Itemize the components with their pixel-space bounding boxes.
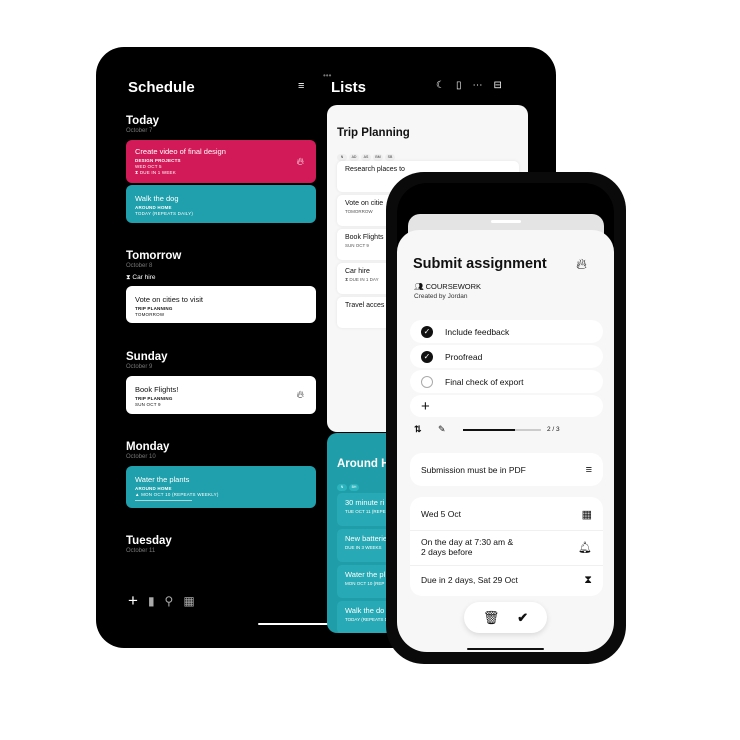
reminder-row[interactable]: On the day at 7:30 am & 2 days before 🔔︎ (410, 530, 603, 563)
home-indicator (258, 623, 328, 625)
task-card[interactable]: Water the plants AROUND HOME ▲ MON OCT 1… (126, 466, 316, 508)
member-chip: SB (385, 154, 395, 161)
progress-label: 2 / 3 (547, 426, 560, 433)
member-chip: BH (349, 484, 359, 491)
member-chip: N (337, 154, 347, 161)
day-tuesday: Tuesday October 11 (126, 535, 172, 554)
sort-icon[interactable]: ⇅ (414, 424, 422, 435)
subtask-row[interactable]: ✓ Proofread (410, 345, 603, 368)
subtask-row[interactable]: ✓ Include feedback (410, 320, 603, 343)
notes-icon: ≡ (585, 463, 592, 476)
task-card[interactable]: Book Flights! TRIP PLANNING SUN OCT 9 🔥︎ (126, 376, 316, 414)
member-chip: N (337, 484, 347, 491)
detail-title: Submit assignment (413, 256, 547, 272)
list-title: Around H (337, 458, 390, 470)
checked-icon[interactable]: ✓ (421, 325, 433, 338)
day-monday: Monday October 10 (126, 441, 170, 460)
moon-icon[interactable]: ☾ (436, 80, 445, 91)
bell-icon: 🔔︎ (578, 541, 592, 554)
action-bar: 🗑︎ ✔ (464, 602, 547, 633)
clear-completed-icon[interactable]: ✎ (438, 424, 446, 435)
add-subtask-button[interactable]: + (410, 395, 603, 417)
more-icon[interactable]: ⋯ (472, 80, 482, 91)
schedule-title: Schedule (128, 79, 195, 96)
member-chip: BM (373, 154, 383, 161)
sheet-grabber[interactable] (491, 220, 521, 223)
created-by: Created by Jordan (414, 293, 468, 300)
member-chip: AD (349, 154, 359, 161)
day-tomorrow: Tomorrow October 8 ⧗ Car hire (126, 250, 182, 281)
toggle-icon[interactable]: ⊟ (493, 80, 501, 91)
list-title: Trip Planning (337, 127, 410, 139)
day-today: Today October 7 (126, 115, 160, 134)
checked-icon[interactable]: ✓ (421, 350, 433, 363)
flame-icon: 🔥︎ (296, 156, 304, 167)
date-row[interactable]: Wed 5 Oct ▦ (410, 500, 603, 528)
calendar-icon: ▦ (581, 508, 592, 521)
day-sunday: Sunday October 9 (126, 351, 168, 370)
filter-icon[interactable]: ≡ (298, 80, 304, 92)
lists-title: Lists (331, 79, 367, 96)
phone-home-indicator (467, 648, 544, 650)
layout-icon[interactable]: ▯ (456, 80, 462, 91)
task-card[interactable]: Create video of final design DESIGN PROJ… (126, 140, 316, 183)
complete-icon[interactable]: ✔ (517, 610, 528, 626)
add-icon[interactable]: + (128, 591, 138, 611)
search-icon[interactable]: ⚲ (165, 594, 174, 608)
member-chip: AS (361, 154, 371, 161)
deadline-row[interactable]: Due in 2 days, Sat 29 Oct ⧗ (410, 565, 603, 594)
hourglass-icon: ⧗ (584, 573, 592, 586)
subtask-row[interactable]: Final check of export (410, 370, 603, 393)
detail-list[interactable]: 👥︎ COURSEWORK (414, 282, 481, 291)
calendar-icon[interactable]: ▦ (183, 594, 194, 608)
trash-icon[interactable]: 🗑︎ (483, 610, 500, 626)
task-card[interactable]: Vote on cities to visit TRIP PLANNING TO… (126, 286, 316, 323)
people-icon: 👥︎ (414, 282, 424, 291)
flame-icon: 🔥︎ (296, 389, 304, 401)
flame-icon[interactable]: 🔥︎ (576, 256, 587, 273)
task-card[interactable]: Walk the dog AROUND HOME TODAY (REPEATS … (126, 185, 316, 223)
notebook-icon[interactable]: ▮ (148, 594, 155, 608)
unchecked-icon[interactable] (421, 375, 433, 388)
subtask-progress (463, 429, 541, 431)
notes-row[interactable]: Submission must be in PDF ≡ (410, 453, 603, 486)
